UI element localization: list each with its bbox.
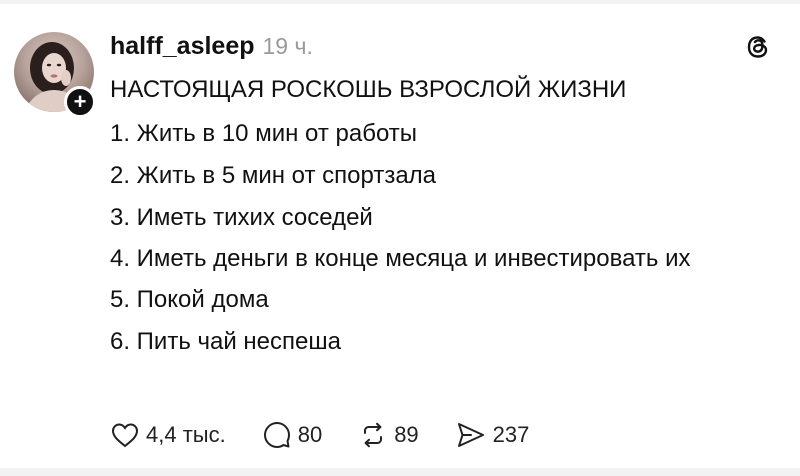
post-body: НАСТОЯЩАЯ РОСКОШЬ ВЗРОСЛОЙ ЖИЗНИ 1. Жить… — [110, 72, 770, 366]
post-title: НАСТОЯЩАЯ РОСКОШЬ ВЗРОСЛОЙ ЖИЗНИ — [110, 76, 627, 103]
repost-icon — [364, 422, 383, 448]
send-icon — [457, 423, 484, 447]
username[interactable]: halff_asleep — [110, 32, 255, 61]
post-header: halff_asleep 19 ч. — [110, 32, 313, 68]
post-list: 1. Жить в 10 мин от работы 2. Жить в 5 м… — [110, 116, 770, 360]
list-item: 5. Покой дома — [110, 286, 269, 313]
list-item: 1. Жить в 10 мин от работы — [110, 120, 418, 147]
comments-count: 80 — [297, 422, 323, 447]
list-item: 6. Пить чай неспеша — [110, 328, 341, 355]
share-button[interactable]: 237 — [455, 420, 530, 450]
reposts-count: 89 — [394, 422, 419, 447]
plus-icon: + — [73, 89, 87, 114]
follow-button[interactable]: + — [64, 86, 96, 118]
comment-bubble-icon — [263, 422, 290, 448]
list-item: 4. Иметь деньги в конце месяца и инвести… — [110, 245, 691, 272]
post-card: + halff_asleep 19 ч. НАСТОЯЩАЯ РОСКОШЬ В… — [0, 4, 800, 468]
list-item: 3. Иметь тихих соседей — [110, 204, 373, 231]
threads-logo-icon[interactable] — [743, 32, 773, 62]
post-time: 19 ч. — [262, 33, 313, 59]
list-item: 2. Жить в 5 мин от спортзала — [110, 162, 437, 189]
like-button[interactable]: 4,4 тыс. — [110, 421, 226, 449]
post-actions: 4,4 тыс. 80 89 237 — [110, 417, 565, 453]
likes-count: 4,4 тыс. — [146, 422, 226, 447]
heart-icon — [111, 423, 139, 448]
repost-button[interactable]: 89 — [358, 420, 419, 450]
comment-button[interactable]: 80 — [262, 420, 322, 450]
shares-count: 237 — [492, 422, 530, 447]
